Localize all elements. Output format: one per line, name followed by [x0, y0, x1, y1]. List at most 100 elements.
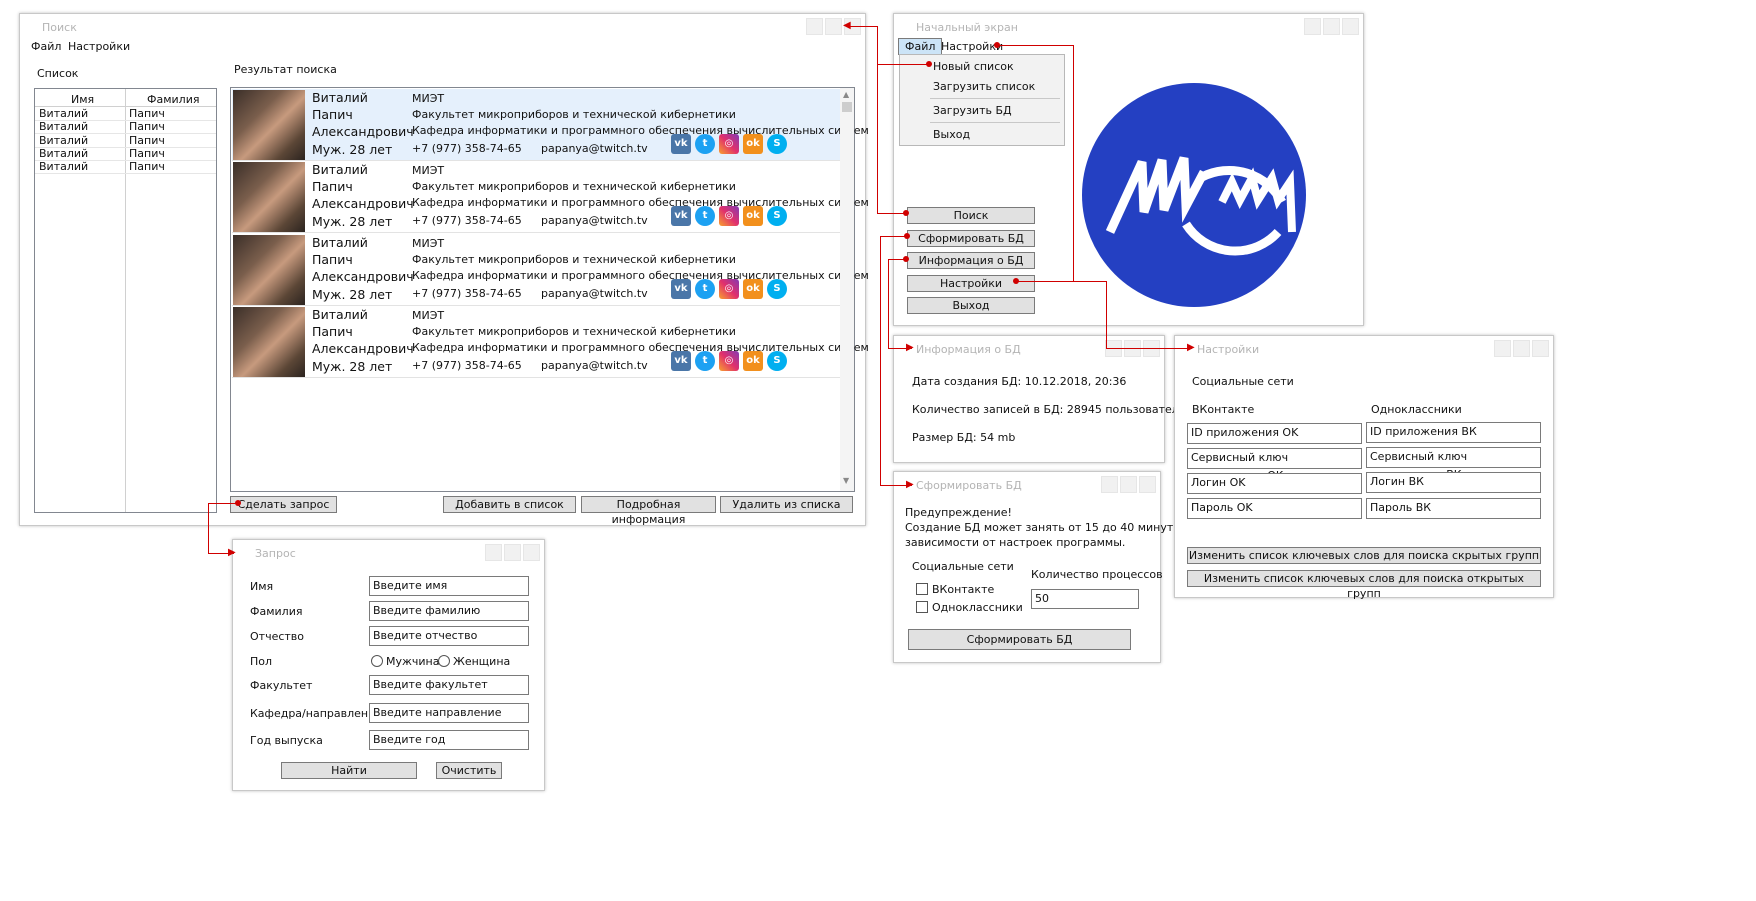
search-button[interactable]: Поиск [907, 207, 1035, 224]
settings-window: Настройки Социальные сети ВКонтакте Одно… [1174, 335, 1554, 600]
skype-icon[interactable]: S [767, 278, 787, 299]
odnoklassniki-icon[interactable]: ok [743, 206, 763, 227]
twitter-icon[interactable]: t [695, 278, 715, 299]
year-input[interactable]: Введите год [369, 730, 529, 750]
build-db-submit-button[interactable]: Сформировать БД [908, 629, 1131, 650]
instagram-icon[interactable]: ◎ [719, 278, 739, 299]
ok-login-input[interactable]: Логин OK [1187, 473, 1362, 494]
result-phone: +7 (977) 358-74-65 [412, 358, 522, 372]
twitter-icon[interactable]: t [695, 206, 715, 227]
instagram-icon[interactable]: ◎ [719, 206, 739, 227]
list-item[interactable]: Виталий Папич [35, 107, 216, 121]
clear-button[interactable]: Очистить [436, 762, 502, 779]
maximize-button[interactable] [825, 18, 842, 35]
list-item[interactable]: Виталий Папич [35, 147, 216, 161]
maximize-button[interactable] [1323, 18, 1340, 35]
menu-item-load-db[interactable]: Загрузить БД [933, 104, 1012, 117]
ok-checkbox[interactable] [916, 601, 928, 613]
gender-male-radio[interactable] [371, 655, 383, 667]
vk-password-input[interactable]: Пароль ВК [1366, 498, 1541, 519]
remove-from-list-button[interactable]: Удалить из списка [720, 496, 853, 513]
minimize-button[interactable] [485, 544, 502, 561]
vk-service-key-input[interactable]: Сервисный ключ приложения ВК [1366, 447, 1541, 481]
result-email[interactable]: papanya@twitch.tv [541, 287, 648, 300]
vk-app-id-input[interactable]: ID приложения ВК [1366, 422, 1541, 443]
close-button[interactable] [1532, 340, 1549, 357]
result-email[interactable]: papanya@twitch.tv [541, 359, 648, 372]
vk-icon[interactable]: vk [671, 134, 691, 154]
list-item[interactable]: Виталий Папич [35, 134, 216, 148]
ok-service-key-input[interactable]: Сервисный ключ приложения OK [1187, 448, 1362, 482]
edit-hidden-groups-keywords-button[interactable]: Изменить список ключевых слов для поиска… [1187, 547, 1541, 564]
ok-app-id-input[interactable]: ID приложения OK [1187, 423, 1362, 444]
department-input[interactable]: Введите направление [369, 703, 529, 723]
result-card[interactable]: Виталий Папич Александрович Муж. 28 лет МИЭТ… [232, 89, 869, 161]
scroll-thumb[interactable] [842, 102, 852, 112]
result-email[interactable]: papanya@twitch.tv [541, 214, 648, 227]
list-item-first-name: Виталий [39, 133, 89, 147]
list-item[interactable]: Виталий Папич [35, 120, 216, 135]
last-name-input[interactable]: Введите фамилию [369, 601, 529, 621]
result-department: Кафедра информатики и программного обесп… [412, 124, 869, 137]
menu-file[interactable]: Файл [31, 40, 61, 53]
profile-photo [233, 306, 305, 377]
minimize-button[interactable] [806, 18, 823, 35]
result-card[interactable]: Виталий Папич Александрович Муж. 28 лет МИЭТ… [232, 234, 869, 306]
maximize-button[interactable] [504, 544, 521, 561]
skype-icon[interactable]: S [767, 350, 787, 371]
skype-icon[interactable]: S [767, 206, 787, 227]
close-button[interactable] [1139, 476, 1156, 493]
faculty-input[interactable]: Введите факультет [369, 675, 529, 695]
vk-icon[interactable]: vk [671, 206, 691, 227]
build-db-button[interactable]: Сформировать БД [907, 230, 1035, 247]
menu-item-load-list[interactable]: Загрузить список [933, 80, 1035, 93]
scroll-down-icon[interactable]: ▼ [843, 476, 849, 485]
connector-line [1016, 281, 1106, 282]
menu-file[interactable]: Файл [898, 38, 943, 55]
details-button[interactable]: Подробная информация [581, 496, 716, 526]
find-button[interactable]: Найти [281, 762, 417, 779]
close-button[interactable] [523, 544, 540, 561]
patronymic-input[interactable]: Введите отчество [369, 626, 529, 646]
vk-icon[interactable]: vk [671, 350, 691, 371]
minimize-button[interactable] [1304, 18, 1321, 35]
process-count-label: Количество процессов [1031, 568, 1163, 581]
vk-checkbox[interactable] [916, 583, 928, 595]
process-count-input[interactable]: 50 [1031, 589, 1139, 609]
twitter-icon[interactable]: t [695, 134, 715, 154]
twitter-icon[interactable]: t [695, 350, 715, 371]
result-card[interactable]: Виталий Папич Александрович Муж. 28 лет МИЭТ… [232, 161, 869, 234]
odnoklassniki-icon[interactable]: ok [743, 350, 763, 371]
scrollbar[interactable]: ▲ ▼ [840, 88, 854, 491]
column-header-last-name[interactable]: Фамилия [147, 93, 199, 106]
gender-female-radio[interactable] [438, 655, 450, 667]
menu-item-exit[interactable]: Выход [933, 128, 970, 141]
odnoklassniki-icon[interactable]: ok [743, 134, 763, 154]
maximize-button[interactable] [1513, 340, 1530, 357]
odnoklassniki-icon[interactable]: ok [743, 278, 763, 299]
menu-item-new-list[interactable]: Новый список [933, 60, 1014, 73]
instagram-icon[interactable]: ◎ [719, 350, 739, 371]
maximize-button[interactable] [1120, 476, 1137, 493]
result-email[interactable]: papanya@twitch.tv [541, 142, 648, 155]
column-header-first-name[interactable]: Имя [71, 93, 94, 106]
make-query-button[interactable]: Сделать запрос [230, 496, 337, 513]
ok-password-input[interactable]: Пароль OK [1187, 498, 1362, 519]
instagram-icon[interactable]: ◎ [719, 134, 739, 154]
exit-button[interactable]: Выход [907, 297, 1035, 314]
minimize-button[interactable] [1101, 476, 1118, 493]
list-item[interactable]: Виталий Папич [35, 160, 216, 175]
first-name-input[interactable]: Введите имя [369, 576, 529, 596]
edit-open-groups-keywords-button[interactable]: Изменить список ключевых слов для поиска… [1187, 570, 1541, 600]
add-to-list-button[interactable]: Добавить в список [443, 496, 576, 513]
result-card[interactable]: Виталий Папич Александрович Муж. 28 лет МИЭТ… [232, 306, 869, 378]
menu-settings[interactable]: Настройки [68, 40, 130, 53]
vk-login-input[interactable]: Логин ВК [1366, 472, 1541, 493]
skype-icon[interactable]: S [767, 134, 787, 154]
minimize-button[interactable] [1494, 340, 1511, 357]
vk-icon[interactable]: vk [671, 278, 691, 299]
scroll-up-icon[interactable]: ▲ [843, 90, 849, 99]
db-info-button[interactable]: Информация о БД [907, 252, 1035, 269]
close-button[interactable] [1342, 18, 1359, 35]
result-gender-age: Муж. 28 лет [312, 286, 393, 302]
